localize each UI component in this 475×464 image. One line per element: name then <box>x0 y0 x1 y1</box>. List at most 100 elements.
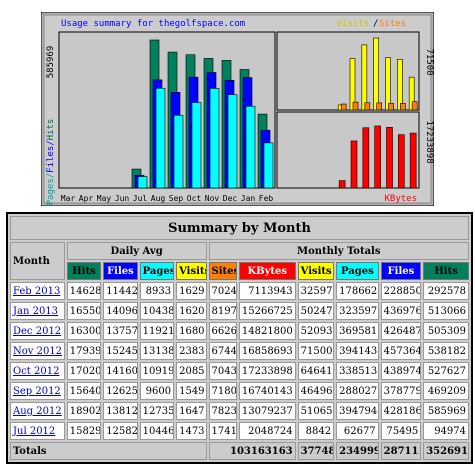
month-tick-label: Jul <box>133 194 148 203</box>
col-daily-files: Files <box>103 262 138 280</box>
cell-d-hits: 17020 <box>66 362 102 380</box>
bar-pages <box>263 142 274 189</box>
cell-files: 438974 <box>380 362 422 380</box>
table-row: Oct 2012 17020 14160 10919 2085 7043 17233898 6… <box>10 362 469 380</box>
bar-sites <box>364 102 371 111</box>
monthly-totals-header: Monthly Totals <box>208 242 469 260</box>
bar-kbytes <box>374 125 381 189</box>
cell-d-hits: 14628 <box>66 282 102 300</box>
month-cell: Dec 2012 <box>10 322 65 340</box>
cell-hits: 538182 <box>423 342 469 360</box>
summary-rows: Feb 2013 14628 11442 8933 1629 7024 7113943 325… <box>10 282 469 440</box>
month-link[interactable]: Feb 2013 <box>13 286 60 297</box>
sites-legend: Sites <box>379 19 406 29</box>
table-row: Nov 2012 17939 15245 13138 2383 6744 16858693 7… <box>10 342 469 360</box>
col-kbytes: KBytes <box>238 262 296 280</box>
total-files: 2871111 <box>380 442 422 460</box>
month-link[interactable]: Jan 2013 <box>13 306 58 317</box>
cell-pages: 288027 <box>336 382 379 400</box>
cell-sites: 1741 <box>208 422 237 440</box>
cell-kbytes: 15266725 <box>238 302 296 320</box>
cell-files: 457364 <box>380 342 422 360</box>
cell-kbytes: 13079237 <box>238 402 296 420</box>
cell-files: 75495 <box>380 422 422 440</box>
cell-d-files: 14096 <box>103 302 138 320</box>
cell-d-pages: 12735 <box>139 402 175 420</box>
cell-d-hits: 16550 <box>66 302 102 320</box>
cell-d-hits: 15829 <box>66 422 102 440</box>
cell-visits: 71500 <box>297 342 335 360</box>
month-link[interactable]: Oct 2012 <box>13 366 59 377</box>
cell-pages: 369581 <box>336 322 379 340</box>
month-cell: Sep 2012 <box>10 382 65 400</box>
kbytes-max-label: 17233898 <box>424 120 434 163</box>
month-tick-label: Oct <box>187 194 202 203</box>
bar-pages <box>173 114 184 189</box>
cell-hits: 527627 <box>423 362 469 380</box>
table-row: Dec 2012 16300 13757 11921 1680 6626 14821800 5… <box>10 322 469 340</box>
cell-pages: 178662 <box>336 282 379 300</box>
cell-d-files: 15245 <box>103 342 138 360</box>
cell-kbytes: 16740143 <box>238 382 296 400</box>
table-row: Feb 2013 14628 11442 8933 1629 7024 7113943 325… <box>10 282 469 300</box>
cell-d-visits: 1680 <box>176 322 207 340</box>
cell-d-visits: 2085 <box>176 362 207 380</box>
cell-visits: 46496 <box>297 382 335 400</box>
kbytes-plot-area <box>276 111 420 189</box>
totals-row: Totals 103163163 377481 2349994 2871111 … <box>10 442 469 460</box>
cell-d-hits: 18902 <box>66 402 102 420</box>
month-tick-label: Nov <box>205 194 220 203</box>
month-tick-label: Jan <box>241 194 256 203</box>
table-row: Jul 2012 15829 12582 10446 1473 1741 2048724 88… <box>10 422 469 440</box>
cell-hits: 469209 <box>423 382 469 400</box>
cell-d-pages: 13138 <box>139 342 175 360</box>
cell-pages: 62677 <box>336 422 379 440</box>
cell-d-hits: 15640 <box>66 382 102 400</box>
col-daily-visits: Visits <box>176 262 207 280</box>
cell-d-pages: 9600 <box>139 382 175 400</box>
cell-d-files: 11442 <box>103 282 138 300</box>
cell-hits: 585969 <box>423 402 469 420</box>
month-link[interactable]: Aug 2012 <box>13 406 62 417</box>
col-files: Files <box>380 262 422 280</box>
usage-chart-svg: Usage summary for thegolfspace.com 585969… <box>41 12 434 206</box>
chart-title: Usage summary for thegolfspace.com <box>61 19 245 29</box>
bar-pages <box>137 176 148 189</box>
bar-visits <box>397 59 403 111</box>
bar-sites <box>352 101 359 111</box>
month-header: Month <box>10 242 65 280</box>
summary-table-panel: Summary by Month Month Daily Avg Monthly… <box>6 212 473 464</box>
month-tick-label: Aug <box>151 194 166 203</box>
cell-visits: 8842 <box>297 422 335 440</box>
month-link[interactable]: Nov 2012 <box>13 346 62 357</box>
month-cell: Jul 2012 <box>10 422 65 440</box>
bar-sites <box>388 102 394 111</box>
table-row: Jan 2013 16550 14096 10438 1620 8197 15266725 5… <box>10 302 469 320</box>
bar-pages <box>227 94 238 189</box>
cell-d-pages: 8933 <box>139 282 175 300</box>
bar-pages <box>245 105 256 189</box>
cell-d-pages: 10438 <box>139 302 175 320</box>
cell-kbytes: 17233898 <box>238 362 296 380</box>
total-hits: 3526914 <box>423 442 469 460</box>
cell-kbytes: 16858693 <box>238 342 296 360</box>
cell-hits: 505309 <box>423 322 469 340</box>
month-link[interactable]: Dec 2012 <box>13 326 61 337</box>
cell-pages: 394143 <box>336 342 379 360</box>
cell-d-visits: 1473 <box>176 422 207 440</box>
cell-hits: 513066 <box>423 302 469 320</box>
cell-sites: 7043 <box>208 362 237 380</box>
cell-d-files: 12582 <box>103 422 138 440</box>
cell-d-pages: 10446 <box>139 422 175 440</box>
month-link[interactable]: Sep 2012 <box>13 386 61 397</box>
cell-d-files: 13757 <box>103 322 138 340</box>
cell-visits: 64641 <box>297 362 335 380</box>
month-tick-label: May <box>97 194 112 203</box>
col-daily-hits: Hits <box>66 262 102 280</box>
bar-kbytes <box>338 180 346 189</box>
cell-sites: 7823 <box>208 402 237 420</box>
summary-title: Summary by Month <box>10 216 469 240</box>
cell-kbytes: 7113943 <box>238 282 296 300</box>
left-max-label: 585969 <box>46 46 56 79</box>
cell-d-pages: 10919 <box>139 362 175 380</box>
